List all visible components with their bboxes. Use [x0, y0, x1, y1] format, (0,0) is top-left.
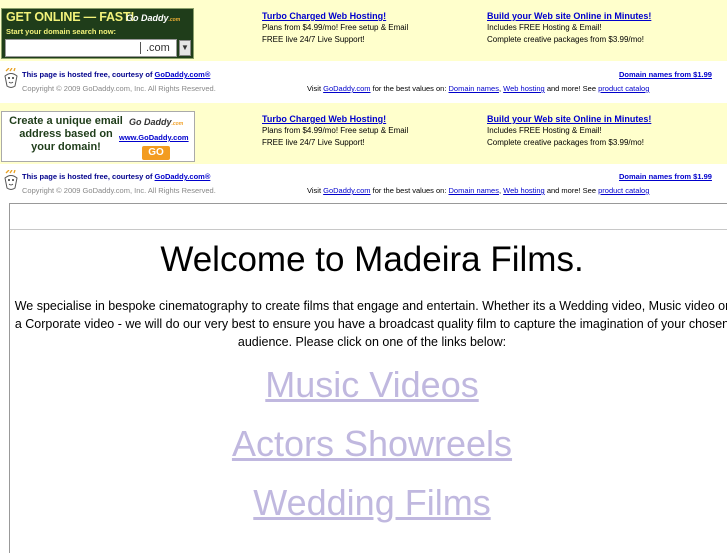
domain-names-link[interactable]: Domain names from $1.99 — [619, 70, 712, 79]
domain-names-inline-link[interactable]: Domain names — [449, 84, 499, 93]
web-hosting-link[interactable]: Web hosting — [503, 186, 545, 195]
header-divider — [10, 229, 727, 230]
credit-lead-text: This page is hosted free, courtesy of — [22, 70, 153, 79]
intro-paragraph: We specialise in bespoke cinematography … — [14, 299, 727, 349]
visit-more: and more! See — [546, 186, 597, 195]
separator: , — [498, 186, 502, 195]
visit-prefix: Visit — [307, 84, 322, 93]
visit-line: Visit GoDaddy.com for the best values on… — [307, 186, 649, 195]
hosting-heading-link[interactable]: Turbo Charged Web Hosting! — [262, 113, 408, 125]
wedding-films-link[interactable]: Wedding Films — [0, 482, 727, 524]
godaddy-mascot-icon — [4, 170, 18, 190]
website-builder-line-2: Complete creative packages from $3.99/mo… — [487, 138, 644, 147]
hosting-line-1: Plans from $4.99/mo! Free setup & Email — [262, 126, 409, 135]
logo-suffix: .com — [171, 121, 184, 127]
credit-lead: This page is hosted free, courtesy of Go… — [22, 172, 210, 181]
hosting-pitch: Turbo Charged Web Hosting! Plans from $4… — [262, 10, 408, 46]
hosting-line-2: FREE live 24/7 Live Support! — [262, 35, 365, 44]
separator: , — [498, 84, 502, 93]
banner-headline: GET ONLINE — FAST! — [6, 10, 135, 24]
email-banner-text: Create a unique email address based on y… — [9, 115, 123, 153]
hosting-line-2: FREE live 24/7 Live Support! — [262, 138, 365, 147]
music-videos-link[interactable]: Music Videos — [0, 364, 727, 406]
product-catalog-link[interactable]: product catalog — [598, 84, 649, 93]
web-hosting-link[interactable]: Web hosting — [503, 84, 545, 93]
website-builder-line-1: Includes FREE Hosting & Email! — [487, 23, 602, 32]
copyright-text: Copyright © 2009 GoDaddy.com, Inc. All R… — [22, 186, 216, 195]
hosting-pitch: Turbo Charged Web Hosting! Plans from $4… — [262, 113, 408, 149]
tld-label: .com — [146, 42, 170, 54]
hosting-credit-bottom: This page is hosted free, courtesy of Go… — [0, 168, 727, 198]
website-builder-pitch: Build your Web site Online in Minutes! I… — [487, 113, 651, 149]
godaddy-link[interactable]: GoDaddy.com® — [155, 172, 211, 181]
domain-search-banner[interactable]: GET ONLINE — FAST! Start your domain sea… — [1, 8, 194, 59]
text-cursor — [140, 42, 141, 54]
godaddy-logo: Go Daddy.com — [126, 13, 180, 23]
banner-subline: Start your domain search now: — [6, 27, 117, 36]
domain-search-input[interactable]: .com — [5, 39, 177, 57]
hosting-credit-top: This page is hosted free, courtesy of Go… — [0, 66, 727, 96]
domain-names-inline-link[interactable]: Domain names — [449, 186, 499, 195]
godaddy-ad-bar-bottom: Create a unique email address based on y… — [0, 103, 727, 164]
credit-lead: This page is hosted free, courtesy of Go… — [22, 70, 210, 79]
website-builder-heading-link[interactable]: Build your Web site Online in Minutes! — [487, 10, 651, 22]
logo-text: Go Daddy — [126, 13, 169, 23]
actors-showreels-link[interactable]: Actors Showreels — [0, 423, 727, 465]
credit-lead-text: This page is hosted free, courtesy of — [22, 172, 153, 181]
website-builder-line-2: Complete creative packages from $3.99/mo… — [487, 35, 644, 44]
go-button[interactable]: GO — [142, 146, 170, 160]
visit-more: and more! See — [546, 84, 597, 93]
godaddy-mascot-icon — [4, 68, 18, 88]
website-builder-heading-link[interactable]: Build your Web site Online in Minutes! — [487, 113, 651, 125]
visit-mid: for the best values on: — [372, 84, 447, 93]
tld-dropdown-button[interactable]: ▼ — [179, 40, 191, 56]
godaddy-link[interactable]: GoDaddy.com® — [155, 70, 211, 79]
chevron-down-icon: ▼ — [181, 43, 189, 52]
visit-line: Visit GoDaddy.com for the best values on… — [307, 84, 649, 93]
website-builder-pitch: Build your Web site Online in Minutes! I… — [487, 10, 651, 46]
page-title: Welcome to Madeira Films. — [160, 240, 584, 279]
godaddy-visit-link[interactable]: GoDaddy.com — [323, 84, 370, 93]
visit-mid: for the best values on: — [372, 186, 447, 195]
hosting-heading-link[interactable]: Turbo Charged Web Hosting! — [262, 10, 408, 22]
domain-names-link[interactable]: Domain names from $1.99 — [619, 172, 712, 181]
product-catalog-link[interactable]: product catalog — [598, 186, 649, 195]
godaddy-ad-bar-top: GET ONLINE — FAST! Start your domain sea… — [0, 0, 727, 61]
copyright-text: Copyright © 2009 GoDaddy.com, Inc. All R… — [22, 84, 216, 93]
godaddy-url-link[interactable]: www.GoDaddy.com — [119, 133, 189, 142]
godaddy-visit-link[interactable]: GoDaddy.com — [323, 186, 370, 195]
logo-suffix: .com — [168, 17, 181, 23]
hosting-line-1: Plans from $4.99/mo! Free setup & Email — [262, 23, 409, 32]
email-banner[interactable]: Create a unique email address based on y… — [1, 111, 195, 162]
website-builder-line-1: Includes FREE Hosting & Email! — [487, 126, 602, 135]
godaddy-logo: Go Daddy.com — [129, 117, 183, 127]
visit-prefix: Visit — [307, 186, 322, 195]
logo-text: Go Daddy — [129, 117, 172, 127]
